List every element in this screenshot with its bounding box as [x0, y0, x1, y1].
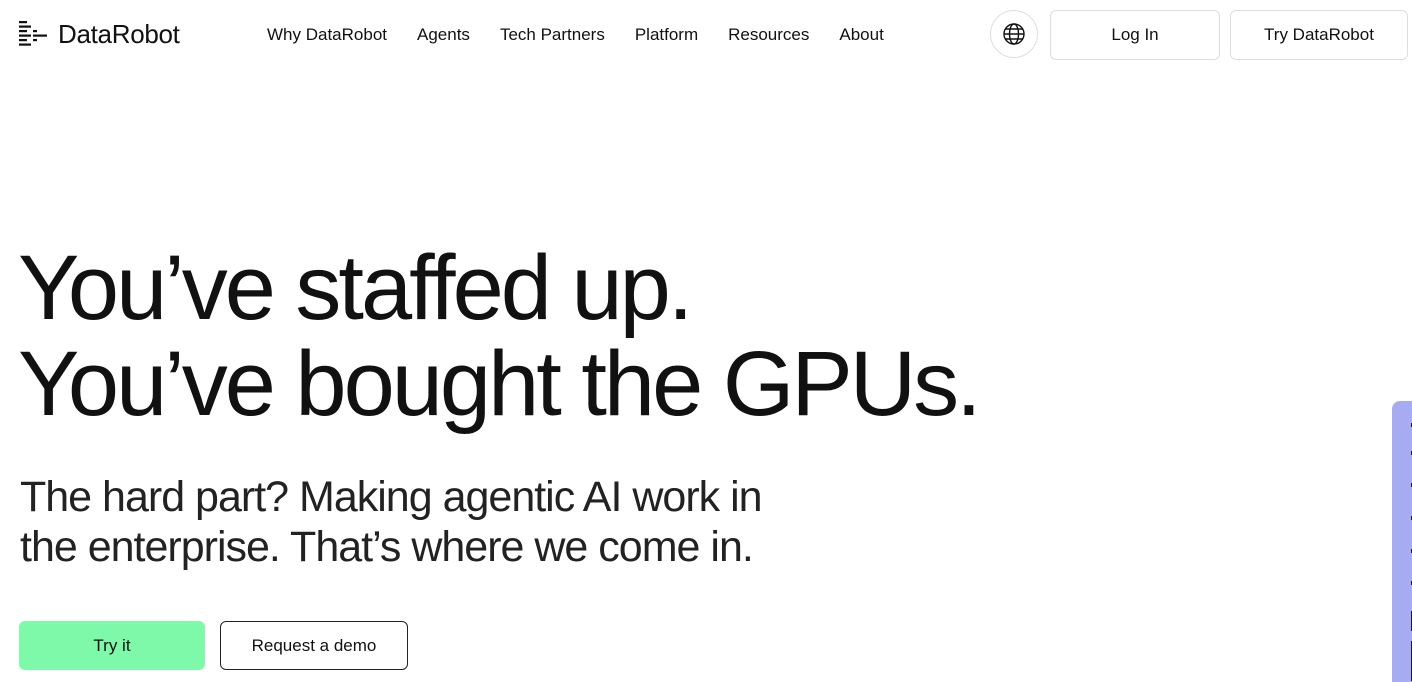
try-datarobot-button[interactable]: Try DataRobot	[1230, 10, 1408, 60]
hero-title: You’ve staffed up. You’ve bought the GPU…	[18, 237, 982, 435]
request-demo-button[interactable]: Request a demo	[220, 621, 408, 670]
nav-item-why-datarobot[interactable]: Why DataRobot	[267, 25, 387, 45]
hero-subtitle-line-1: The hard part? Making agentic AI work in	[20, 473, 763, 521]
language-selector-button[interactable]	[990, 10, 1038, 58]
try-it-button[interactable]: Try it	[19, 621, 205, 670]
site-header: DataRobot Why DataRobot Agents Tech Part…	[0, 0, 1412, 70]
hero-title-line-2: You’ve bought the GPUs.	[18, 333, 982, 435]
login-button[interactable]: Log In	[1050, 10, 1220, 60]
globe-icon	[1003, 23, 1025, 45]
nav-item-resources[interactable]: Resources	[728, 25, 809, 45]
nav-item-platform[interactable]: Platform	[635, 25, 698, 45]
logo-text: DataRobot	[58, 19, 180, 49]
nav-item-agents[interactable]: Agents	[417, 25, 470, 45]
page: DataRobot Why DataRobot Agents Tech Part…	[0, 0, 1412, 682]
logo-link[interactable]: DataRobot	[18, 19, 180, 49]
hero-subtitle: The hard part? Making agentic AI work in…	[20, 472, 763, 572]
side-feedback-tab[interactable]	[1392, 401, 1412, 682]
datarobot-logo-icon	[19, 21, 47, 46]
main-nav: Why DataRobot Agents Tech Partners Platf…	[267, 25, 884, 45]
nav-item-tech-partners[interactable]: Tech Partners	[500, 25, 605, 45]
nav-item-about[interactable]: About	[839, 25, 883, 45]
hero-title-line-1: You’ve staffed up.	[18, 237, 693, 339]
hero-subtitle-line-2: the enterprise. That’s where we come in.	[20, 523, 754, 571]
